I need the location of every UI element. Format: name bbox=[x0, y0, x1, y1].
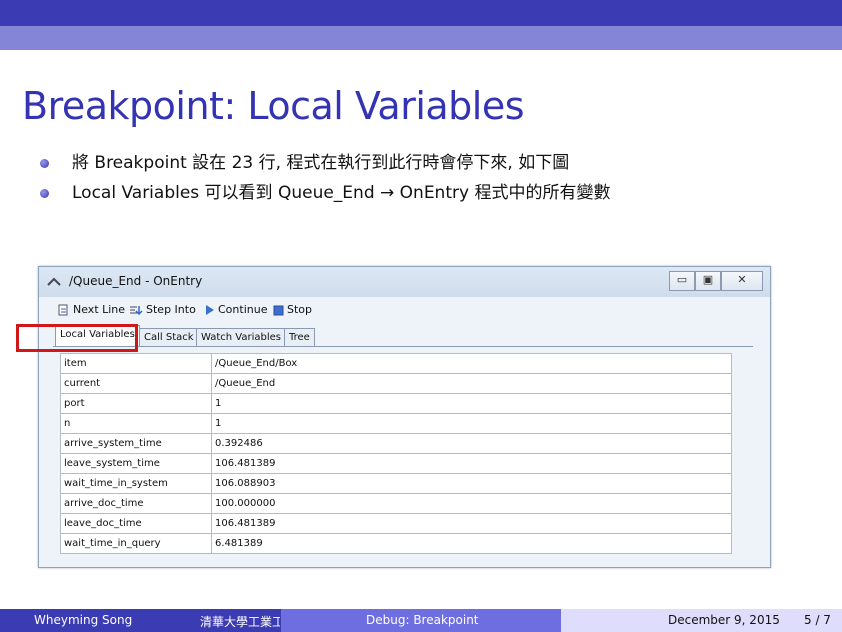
tab-call-stack[interactable]: Call Stack bbox=[139, 328, 199, 347]
next-line-icon bbox=[58, 304, 68, 315]
step-into-label: Step Into bbox=[146, 303, 196, 316]
next-line-button[interactable]: Next Line bbox=[57, 303, 125, 317]
stop-icon bbox=[273, 305, 284, 315]
variable-name: n bbox=[60, 413, 212, 434]
variable-value: /Queue_End bbox=[211, 373, 732, 394]
variable-row[interactable]: leave_system_time 106.481389 bbox=[60, 453, 732, 474]
footer-left: Wheyming Song 清華大學工業工程 bbox=[0, 609, 281, 632]
footer-date: December 9, 2015 bbox=[668, 613, 780, 627]
tab-tree[interactable]: Tree bbox=[284, 328, 315, 347]
variable-name: wait_time_in_query bbox=[60, 533, 212, 554]
bullet-text: Local Variables 可以看到 Queue_End → OnEntry… bbox=[72, 183, 611, 203]
variable-value: 1 bbox=[211, 413, 732, 434]
variable-value: 106.481389 bbox=[211, 453, 732, 474]
variable-row[interactable]: wait_time_in_query 6.481389 bbox=[60, 533, 732, 554]
footer-center: Debug: Breakpoint bbox=[281, 609, 561, 632]
variable-name: port bbox=[60, 393, 212, 414]
play-icon bbox=[206, 305, 214, 315]
header-bar bbox=[0, 0, 842, 26]
variable-row[interactable]: leave_doc_time 106.481389 bbox=[60, 513, 732, 534]
variable-value: 0.392486 bbox=[211, 433, 732, 454]
variable-value: /Queue_End/Box bbox=[211, 353, 732, 374]
stop-button[interactable]: Stop bbox=[273, 303, 312, 316]
slide-footer: Wheyming Song 清華大學工業工程 Debug: Breakpoint… bbox=[0, 609, 842, 632]
variable-value: 100.000000 bbox=[211, 493, 732, 514]
variable-row[interactable]: wait_time_in_system 106.088903 bbox=[60, 473, 732, 494]
window-titlebar[interactable]: /Queue_End - OnEntry ▭ ▣ ✕ bbox=[39, 267, 770, 297]
variable-name: leave_doc_time bbox=[60, 513, 212, 534]
variable-value: 106.481389 bbox=[211, 513, 732, 534]
variable-value: 1 bbox=[211, 393, 732, 414]
variable-name: arrive_doc_time bbox=[60, 493, 212, 514]
bullet-icon bbox=[40, 189, 49, 198]
local-variables-table: item/Queue_End/Box current/Queue_End port 1… bbox=[60, 353, 732, 554]
bullet-item: 將 Breakpoint 設在 23 行, 程式在執行到此行時會停下來, 如下圖 bbox=[40, 150, 820, 180]
footer-right: December 9, 2015 5 / 7 bbox=[561, 609, 842, 632]
bullet-text: 將 Breakpoint 設在 23 行, 程式在執行到此行時會停下來, 如下圖 bbox=[72, 153, 570, 173]
slide-title: Breakpoint: Local Variables bbox=[22, 84, 525, 128]
continue-button[interactable]: Continue bbox=[205, 303, 267, 316]
footer-author: Wheyming Song bbox=[34, 613, 133, 627]
bullet-item: Local Variables 可以看到 Queue_End → OnEntry… bbox=[40, 180, 820, 210]
variable-row[interactable]: port 1 bbox=[60, 393, 732, 414]
window-title: /Queue_End - OnEntry bbox=[69, 274, 203, 288]
tab-divider bbox=[53, 346, 753, 347]
variable-name: leave_system_time bbox=[60, 453, 212, 474]
step-into-button[interactable]: Step Into bbox=[129, 303, 196, 317]
close-button[interactable]: ✕ bbox=[721, 271, 763, 291]
variable-name: current bbox=[60, 373, 212, 394]
variable-row[interactable]: item/Queue_End/Box bbox=[60, 353, 732, 374]
bullet-list: 將 Breakpoint 設在 23 行, 程式在執行到此行時會停下來, 如下圖… bbox=[40, 150, 820, 210]
variable-row[interactable]: current/Queue_End bbox=[60, 373, 732, 394]
maximize-button[interactable]: ▣ bbox=[695, 271, 721, 291]
header-subbar bbox=[0, 26, 842, 50]
debugger-window: /Queue_End - OnEntry ▭ ▣ ✕ Next Line Ste… bbox=[38, 266, 771, 568]
bullet-icon bbox=[40, 159, 49, 168]
next-line-label: Next Line bbox=[73, 303, 126, 316]
variable-name: item bbox=[60, 353, 212, 374]
window-app-icon bbox=[47, 277, 61, 286]
variable-name: wait_time_in_system bbox=[60, 473, 212, 494]
step-into-icon bbox=[130, 305, 143, 315]
variable-row[interactable]: arrive_doc_time 100.000000 bbox=[60, 493, 732, 514]
highlight-box bbox=[16, 324, 138, 352]
variable-value: 106.088903 bbox=[211, 473, 732, 494]
continue-label: Continue bbox=[218, 303, 268, 316]
variable-name: arrive_system_time bbox=[60, 433, 212, 454]
variable-value: 6.481389 bbox=[211, 533, 732, 554]
debug-toolbar: Next Line Step Into Continue Stop bbox=[39, 299, 770, 323]
footer-page: 5 / 7 bbox=[804, 613, 831, 627]
minimize-button[interactable]: ▭ bbox=[669, 271, 695, 291]
footer-section: Debug: Breakpoint bbox=[366, 613, 479, 627]
footer-institution: 清華大學工業工程 bbox=[200, 615, 280, 629]
variable-row[interactable]: n1 bbox=[60, 413, 732, 434]
stop-label: Stop bbox=[287, 303, 313, 316]
variable-row[interactable]: arrive_system_time 0.392486 bbox=[60, 433, 732, 454]
tab-watch-variables[interactable]: Watch Variables bbox=[196, 328, 287, 347]
